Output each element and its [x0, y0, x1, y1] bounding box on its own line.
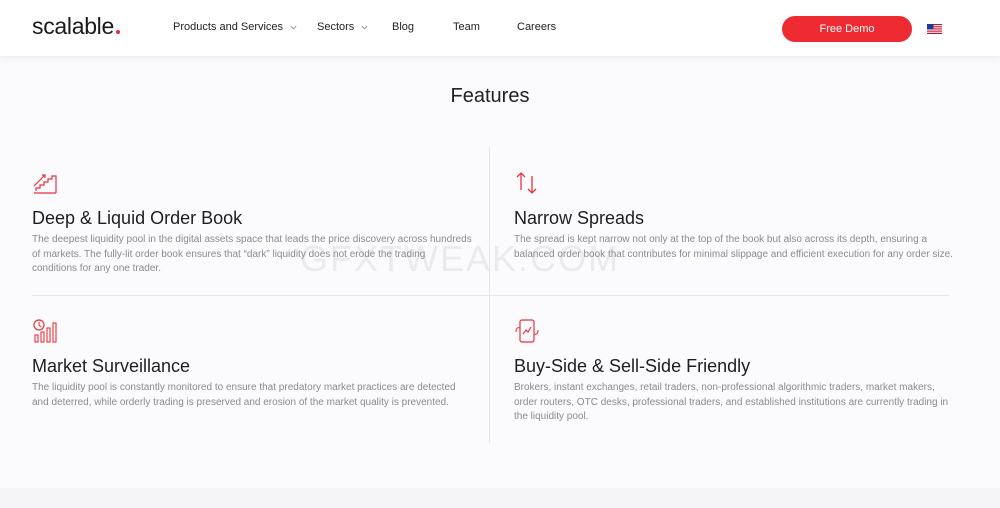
feature-card-deep-liquid-order-book: Deep & Liquid Order Book The deepest liq…: [32, 170, 472, 274]
feature-description: The liquidity pool is constantly monitor…: [32, 382, 456, 408]
mobile-trading-icon: [515, 319, 539, 343]
chevron-down-icon: [290, 25, 297, 30]
feature-title: Narrow Spreads: [514, 208, 645, 228]
up-down-arrows-icon: [516, 172, 537, 194]
section-title: Features: [450, 85, 530, 107]
feature-description: The spread is kept narrow not only at th…: [514, 234, 953, 260]
feature-description: The deepest liquidity pool in the digita…: [32, 234, 472, 274]
nav-item-label: Blog: [392, 21, 415, 33]
nav-item-products-and-services[interactable]: Products and Services: [173, 21, 298, 33]
nav-item-sectors[interactable]: Sectors: [317, 21, 369, 33]
us-flag-icon[interactable]: [927, 24, 942, 34]
feature-title: Buy-Side & Sell-Side Friendly: [514, 356, 751, 376]
brand-name: scalable: [32, 13, 114, 39]
chevron-down-icon: [361, 25, 368, 30]
nav-item-label: Sectors: [317, 21, 355, 33]
horizontal-divider: [32, 295, 949, 296]
feature-card-market-surveillance: Market Surveillance The liquidity pool i…: [32, 318, 472, 408]
feature-description: Brokers, instant exchanges, retail trade…: [514, 382, 949, 422]
nav-item-team[interactable]: Team: [453, 21, 480, 33]
brand-logo[interactable]: scalable: [32, 13, 120, 40]
nav-item-blog[interactable]: Blog: [392, 21, 414, 33]
feature-title: Deep & Liquid Order Book: [32, 208, 243, 228]
feature-card-buy-side-sell-side-friendly: Buy-Side & Sell-Side Friendly Brokers, i…: [514, 318, 954, 422]
nav-item-label: Products and Services: [173, 21, 284, 33]
feature-title: Market Surveillance: [32, 356, 191, 376]
feature-card-narrow-spreads: Narrow Spreads The spread is kept narrow…: [514, 170, 954, 260]
nav-item-label: Team: [453, 21, 480, 33]
nav-item-careers[interactable]: Careers: [517, 21, 556, 33]
site-header: scalable Products and Services Sectors B…: [0, 0, 1000, 57]
rising-chart-icon: [33, 174, 57, 194]
surveillance-chart-icon: [33, 319, 57, 343]
free-demo-button[interactable]: Free Demo: [782, 16, 912, 42]
footer-band: [0, 488, 1000, 508]
nav-item-label: Careers: [517, 21, 557, 33]
brand-dot: [116, 30, 120, 34]
